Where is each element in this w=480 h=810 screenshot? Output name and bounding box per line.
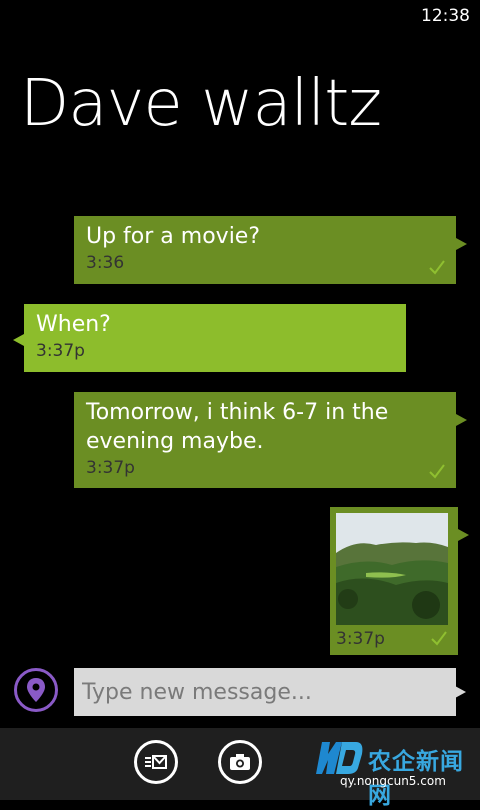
camera-icon xyxy=(230,754,250,770)
delivered-check-icon xyxy=(429,260,445,275)
location-button[interactable] xyxy=(14,668,58,712)
location-pin-icon xyxy=(27,678,45,702)
watermark-logo-icon xyxy=(316,742,363,774)
watermark-url: qy.nongcun5.com xyxy=(340,774,446,788)
contact-name: Dave walltz xyxy=(20,67,382,141)
landscape-photo[interactable] xyxy=(336,513,448,625)
message-text: When? xyxy=(36,312,111,337)
message-bubble-incoming[interactable]: When? 3:37p xyxy=(13,304,406,372)
message-time: 3:36 xyxy=(86,253,125,273)
delivered-check-icon xyxy=(429,464,445,479)
app-bar: 农企新闻网 qy.nongcun5.com xyxy=(0,728,480,809)
message-text: Tomorrow, i think 6-7 in the evening may… xyxy=(86,400,389,454)
message-time: 3:37p xyxy=(36,341,85,361)
message-bubble-photo[interactable]: 3:37p xyxy=(330,507,469,655)
composer xyxy=(14,668,466,716)
message-bubble-outgoing[interactable]: Tomorrow, i think 6-7 in the evening may… xyxy=(74,392,467,488)
message-switch-button[interactable] xyxy=(134,740,178,784)
message-text: Up for a movie? xyxy=(86,224,261,249)
input-tail xyxy=(455,686,466,698)
camera-button[interactable] xyxy=(218,740,262,784)
message-time: 3:37p xyxy=(86,458,135,478)
status-time: 12:38 xyxy=(421,6,470,26)
watermark: 农企新闻网 qy.nongcun5.com xyxy=(312,738,468,809)
message-input[interactable] xyxy=(74,668,456,716)
message-switch-icon xyxy=(145,755,167,769)
delivered-check-icon xyxy=(431,631,447,646)
message-bubble-outgoing[interactable]: Up for a movie? 3:36 xyxy=(74,216,467,284)
